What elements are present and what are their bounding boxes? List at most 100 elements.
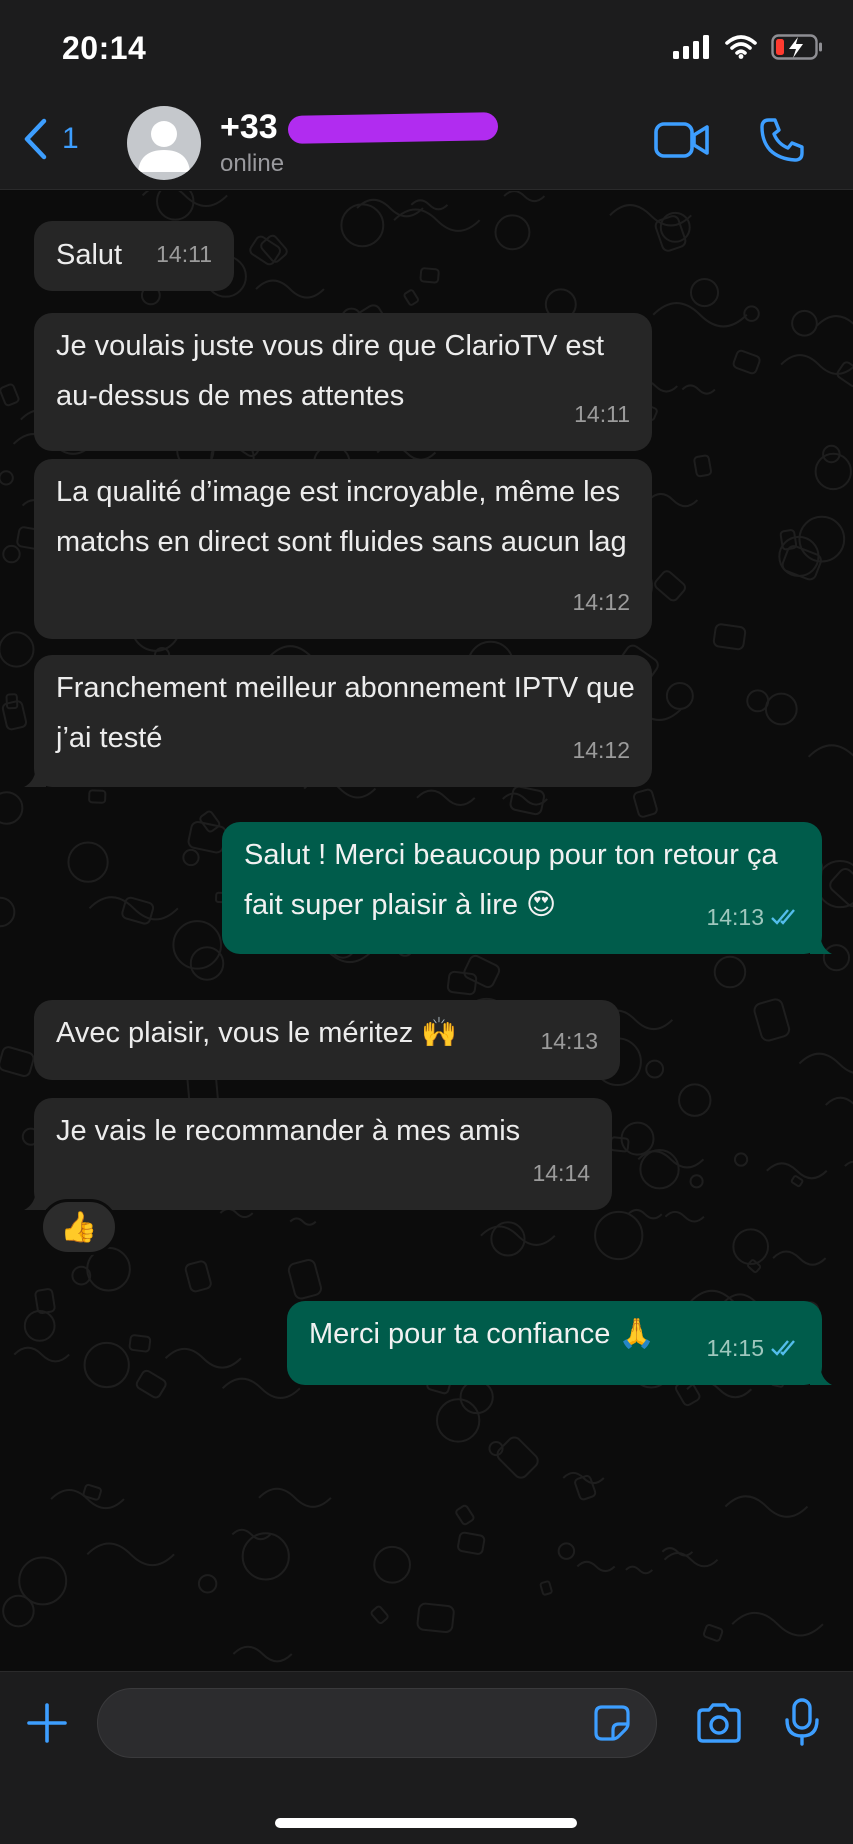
wallpaper-doodle bbox=[702, 1623, 724, 1642]
message-incoming[interactable]: Je voulais juste vous dire que ClarioTV … bbox=[34, 313, 652, 451]
bubble-tail bbox=[24, 765, 46, 787]
wallpaper-doodle bbox=[435, 1398, 481, 1443]
wallpaper-doodle bbox=[164, 1347, 242, 1369]
wallpaper-doodle bbox=[370, 1605, 389, 1625]
wallpaper-doodle bbox=[829, 867, 853, 908]
wallpaper-doodle bbox=[419, 267, 440, 284]
wallpaper-doodle bbox=[713, 955, 747, 989]
wallpaper-doodle bbox=[86, 1542, 175, 1567]
read-receipt-icon bbox=[771, 909, 795, 925]
bubble-tail bbox=[810, 932, 832, 954]
message-text: La qualité d’image est incroyable, même … bbox=[56, 476, 627, 558]
redaction-mark bbox=[287, 112, 499, 144]
wallpaper-doodle bbox=[807, 744, 853, 758]
wallpaper-doodle bbox=[463, 954, 501, 989]
microphone-icon[interactable] bbox=[784, 1698, 820, 1746]
wallpaper-doodle bbox=[287, 1259, 322, 1300]
wallpaper-doodle bbox=[184, 1260, 212, 1293]
wallpaper-doodle bbox=[50, 1488, 125, 1510]
video-call-icon[interactable] bbox=[654, 120, 710, 160]
composer-bar bbox=[0, 1671, 853, 1844]
wallpaper-doodle bbox=[639, 1149, 680, 1190]
wallpaper-doodle bbox=[791, 309, 818, 337]
wallpaper-doodle bbox=[189, 946, 225, 981]
wallpaper-doodle bbox=[0, 631, 35, 668]
wallpaper-doodle bbox=[172, 920, 222, 970]
wallpaper-doodle bbox=[503, 191, 546, 203]
avatar[interactable] bbox=[127, 106, 201, 180]
wallpaper-doodle bbox=[340, 203, 385, 248]
wallpaper-doodle bbox=[88, 896, 179, 921]
wallpaper-doodle bbox=[199, 810, 221, 833]
home-indicator[interactable] bbox=[275, 1818, 577, 1828]
wallpaper-doodle bbox=[681, 384, 716, 395]
wallpaper-doodle bbox=[289, 1217, 317, 1226]
wallpaper-doodle bbox=[197, 1574, 218, 1594]
phone-icon[interactable] bbox=[759, 117, 805, 163]
default-avatar-icon bbox=[138, 121, 190, 172]
message-text: Je vais le recommander à mes amis bbox=[56, 1115, 521, 1147]
camera-icon[interactable] bbox=[695, 1702, 743, 1744]
wallpaper-doodle bbox=[156, 191, 195, 221]
plus-icon[interactable] bbox=[26, 1702, 68, 1744]
wallpaper-doodle bbox=[743, 305, 760, 322]
message-input[interactable] bbox=[97, 1688, 657, 1758]
wallpaper-doodle bbox=[13, 1346, 70, 1363]
message-time: 14:11 bbox=[156, 241, 212, 267]
wallpaper-doodle bbox=[457, 1531, 486, 1555]
wallpaper-doodle bbox=[764, 692, 798, 726]
wallpaper-doodle bbox=[816, 315, 853, 327]
wallpaper-doodle bbox=[733, 1152, 749, 1167]
message-time: 14:15 bbox=[706, 1323, 800, 1373]
message-outgoing[interactable]: Merci pour ta confiance 🙏 14:15 bbox=[287, 1301, 832, 1385]
wallpaper-doodle bbox=[665, 681, 694, 710]
wallpaper-doodle bbox=[594, 1210, 644, 1261]
message-incoming[interactable]: Avec plaisir, vous le méritez 🙌 14:13 bbox=[34, 1000, 620, 1080]
wallpaper-doodle bbox=[798, 1052, 853, 1074]
wallpaper-doodle bbox=[790, 1175, 804, 1188]
chat-header: 1 +33 online bbox=[0, 100, 853, 190]
battery-icon bbox=[771, 34, 822, 60]
wallpaper-doodle bbox=[576, 1560, 616, 1573]
message-time: 14:12 bbox=[572, 589, 630, 615]
wallpaper-doodle bbox=[455, 1504, 475, 1526]
wallpaper-doodle bbox=[654, 570, 686, 602]
wallpaper-doodle bbox=[825, 1096, 853, 1106]
message-reaction[interactable]: 👍 bbox=[40, 1199, 118, 1255]
wifi-icon bbox=[725, 35, 757, 59]
wallpaper-doodle bbox=[712, 623, 747, 651]
wallpaper-doodle bbox=[67, 841, 109, 883]
wallpaper-doodle bbox=[731, 1611, 824, 1637]
message-incoming[interactable]: Je vais le recommander à mes amis 14:14 bbox=[24, 1098, 612, 1210]
wallpaper-doodle bbox=[446, 970, 478, 996]
wallpaper-doodle bbox=[135, 1369, 167, 1399]
contact-name[interactable]: +33 bbox=[220, 108, 278, 147]
wallpaper-doodle bbox=[557, 1542, 576, 1560]
wallpaper-doodle bbox=[678, 1083, 712, 1117]
wallpaper-doodle bbox=[0, 470, 14, 486]
message-time: 14:14 bbox=[532, 1160, 590, 1186]
back-button[interactable]: 1 bbox=[22, 118, 79, 160]
message-outgoing[interactable]: Salut ! Merci beaucoup pour ton retour ç… bbox=[222, 822, 832, 954]
message-incoming[interactable]: La qualité d’image est incroyable, même … bbox=[34, 459, 652, 639]
contact-status: online bbox=[220, 150, 285, 177]
chat-area[interactable]: Salut 14:11 Je voulais juste vous dire q… bbox=[0, 191, 853, 1671]
wallpaper-doodle bbox=[255, 279, 325, 299]
wallpaper-doodle bbox=[494, 214, 531, 251]
message-incoming[interactable]: Franchement meilleur abonnement IPTV que… bbox=[24, 655, 652, 787]
wallpaper-doodle bbox=[647, 492, 699, 508]
bubble-tail bbox=[810, 1363, 832, 1385]
wallpaper-doodle bbox=[661, 1547, 694, 1557]
message-incoming[interactable]: Salut 14:11 bbox=[34, 221, 234, 291]
wallpaper-doodle bbox=[633, 788, 658, 818]
wallpaper-doodle bbox=[652, 302, 748, 328]
sticker-icon[interactable] bbox=[593, 1704, 631, 1742]
wallpaper-doodle bbox=[1, 700, 28, 731]
wallpaper-doodle bbox=[496, 1436, 539, 1479]
wallpaper-doodle bbox=[258, 1487, 332, 1508]
status-time: 20:14 bbox=[62, 30, 147, 66]
message-time: 14:11 bbox=[574, 401, 630, 427]
wallpaper-doodle bbox=[241, 1532, 290, 1581]
wallpaper-doodle bbox=[2, 544, 21, 564]
wallpaper-doodle bbox=[83, 1341, 130, 1389]
